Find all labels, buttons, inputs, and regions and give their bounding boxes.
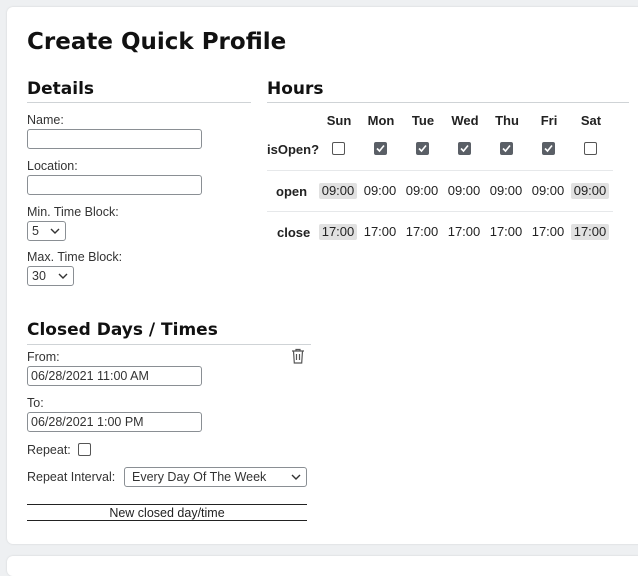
open-time-fri[interactable]: 09:00 <box>528 183 568 199</box>
open-time-sun[interactable]: 09:00 <box>319 183 357 199</box>
day-header-sat: Sat <box>580 113 602 128</box>
closed-days-divider <box>27 344 311 345</box>
min-time-block-label: Min. Time Block: <box>27 205 119 219</box>
repeat-interval-value: Every Day Of The Week <box>132 470 267 484</box>
day-header-wed: Wed <box>451 113 479 128</box>
close-time-wed[interactable]: 17:00 <box>444 224 484 240</box>
repeat-checkbox[interactable] <box>78 443 91 456</box>
details-divider <box>27 102 251 103</box>
close-time-mon[interactable]: 17:00 <box>360 224 400 240</box>
chevron-down-icon <box>58 273 68 279</box>
is-open-checkbox-mon[interactable] <box>374 142 387 155</box>
open-time-thu[interactable]: 09:00 <box>486 183 526 199</box>
min-time-block-value: 5 <box>32 224 39 238</box>
max-time-block-select[interactable]: 30 <box>27 266 74 286</box>
day-header-sun: Sun <box>326 113 352 128</box>
close-time-sat[interactable]: 17:00 <box>571 224 609 240</box>
details-title: Details <box>27 79 95 99</box>
chevron-down-icon <box>291 474 301 480</box>
is-open-checkbox-tue[interactable] <box>416 142 429 155</box>
trash-icon[interactable] <box>291 348 305 364</box>
close-time-fri[interactable]: 17:00 <box>528 224 568 240</box>
open-time-tue[interactable]: 09:00 <box>402 183 442 199</box>
is-open-label: isOpen? <box>267 142 320 157</box>
next-card <box>7 556 638 576</box>
name-label: Name: <box>27 113 64 127</box>
open-time-sat[interactable]: 09:00 <box>571 183 609 199</box>
hours-title: Hours <box>267 79 324 99</box>
open-time-wed[interactable]: 09:00 <box>444 183 484 199</box>
location-label: Location: <box>27 159 78 173</box>
to-label: To: <box>27 396 44 410</box>
repeat-interval-label: Repeat Interval: <box>27 470 116 484</box>
is-open-checkbox-fri[interactable] <box>542 142 555 155</box>
repeat-interval-select[interactable]: Every Day Of The Week <box>124 467 307 487</box>
location-input[interactable] <box>27 175 202 195</box>
hours-divider <box>267 102 629 103</box>
max-time-block-label: Max. Time Block: <box>27 250 123 264</box>
close-label: close <box>277 225 311 240</box>
page-title: Create Quick Profile <box>27 29 287 55</box>
to-input[interactable]: 06/28/2021 1:00 PM <box>27 412 202 432</box>
name-input[interactable] <box>27 129 202 149</box>
closed-days-title: Closed Days / Times <box>27 320 218 340</box>
row-divider <box>267 211 613 212</box>
from-label: From: <box>27 350 60 364</box>
repeat-label: Repeat: <box>27 443 71 457</box>
is-open-checkbox-sat[interactable] <box>584 142 597 155</box>
day-header-mon: Mon <box>367 113 395 128</box>
day-header-tue: Tue <box>411 113 435 128</box>
close-time-tue[interactable]: 17:00 <box>402 224 442 240</box>
max-time-block-value: 30 <box>32 269 46 283</box>
new-closed-day-button[interactable]: New closed day/time <box>27 504 307 521</box>
day-header-fri: Fri <box>540 113 558 128</box>
is-open-checkbox-wed[interactable] <box>458 142 471 155</box>
from-input[interactable]: 06/28/2021 11:00 AM <box>27 366 202 386</box>
open-label: open <box>276 184 308 199</box>
day-header-thu: Thu <box>495 113 519 128</box>
is-open-checkbox-thu[interactable] <box>500 142 513 155</box>
min-time-block-select[interactable]: 5 <box>27 221 66 241</box>
row-divider <box>267 170 613 171</box>
close-time-thu[interactable]: 17:00 <box>486 224 526 240</box>
is-open-checkbox-sun[interactable] <box>332 142 345 155</box>
open-time-mon[interactable]: 09:00 <box>360 183 400 199</box>
chevron-down-icon <box>50 228 60 234</box>
close-time-sun[interactable]: 17:00 <box>319 224 357 240</box>
